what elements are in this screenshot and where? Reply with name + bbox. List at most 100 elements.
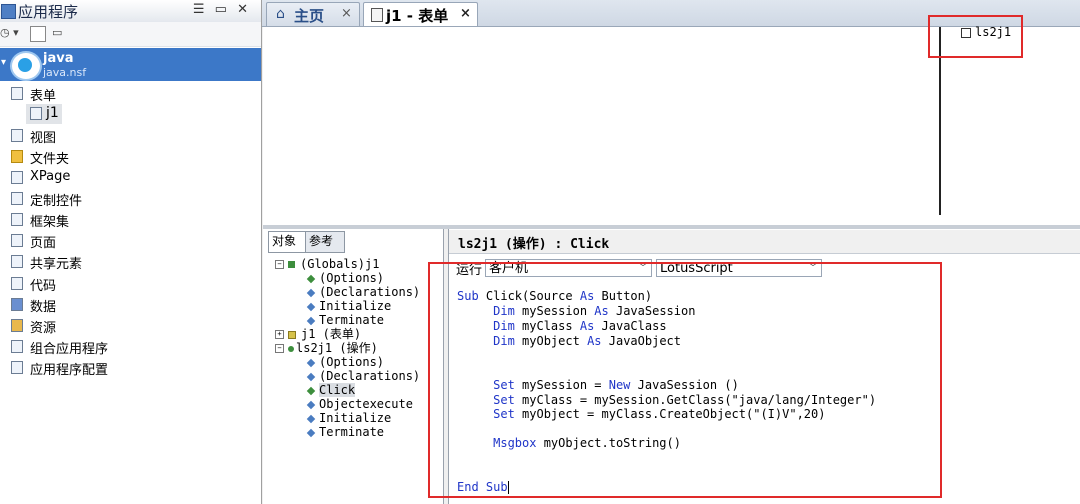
tree-action-options[interactable]: (Options): [306, 355, 384, 369]
nav-item-3[interactable]: 文件夹: [0, 147, 261, 167]
composite-app-icon: [11, 340, 23, 353]
tree-form-j1[interactable]: + j1 (表单): [275, 327, 361, 341]
action-tree-icon: [288, 345, 294, 352]
tab-objects[interactable]: 对象: [268, 231, 308, 253]
collapse-box-icon[interactable]: −: [275, 260, 284, 269]
nav-item-label: 表单: [30, 89, 57, 104]
text-caret: [507, 481, 509, 494]
nav-item-9[interactable]: 代码: [0, 274, 261, 294]
nav-item-1[interactable]: j1: [0, 104, 261, 124]
navigator-title-bar: 应用程序 ☰ ▭ ✕: [0, 0, 261, 23]
app-name: java: [43, 51, 74, 66]
nav-item-label: 应用程序配置: [30, 363, 109, 378]
event-icon: [306, 400, 316, 409]
event-icon: [306, 386, 316, 395]
folder-icon: [11, 150, 23, 163]
frameset-icon: [11, 213, 23, 226]
form-icon: [288, 330, 296, 339]
nav-item-label: 资源: [30, 321, 57, 336]
data-icon: [11, 298, 23, 311]
nav-item-0[interactable]: 表单: [0, 84, 261, 104]
view-icon: [11, 129, 23, 142]
tree-view-icon[interactable]: [30, 26, 46, 42]
event-icon: [306, 288, 316, 297]
home-icon: ⌂: [276, 6, 285, 22]
panel-window-buttons[interactable]: ☰ ▭ ✕: [193, 2, 251, 17]
code-line: Msgbox myObject.toString(): [493, 436, 681, 450]
nav-item-11[interactable]: 资源: [0, 316, 261, 336]
nav-item-6[interactable]: 框架集: [0, 210, 261, 230]
nav-item-label: 定制控件: [30, 194, 83, 209]
collapse-box-icon[interactable]: −: [275, 344, 284, 353]
code-line: Dim myClass As JavaClass: [493, 319, 667, 333]
event-icon: [306, 316, 316, 325]
action-ls2j1[interactable]: ls2j1: [961, 25, 1011, 39]
nav-item-8[interactable]: 共享元素: [0, 252, 261, 272]
app-config-icon: [11, 361, 23, 374]
event-icon: [306, 414, 316, 423]
code-pane-title: ls2j1 (操作) : Click: [458, 237, 610, 252]
tree-globals-initialize[interactable]: Initialize: [306, 299, 391, 313]
nav-item-7[interactable]: 页面: [0, 231, 261, 251]
database-icon: [10, 51, 42, 81]
tab-home-label: 主页: [294, 7, 325, 25]
event-icon: [306, 372, 316, 381]
tree-action-declarations[interactable]: (Declarations): [306, 369, 420, 383]
app-file: java.nsf: [43, 66, 87, 79]
code-icon: [11, 277, 23, 290]
resources-icon: [11, 319, 23, 332]
nav-item-12[interactable]: 组合应用程序: [0, 337, 261, 357]
expand-twisty-icon[interactable]: ▾: [1, 57, 6, 68]
collapse-icon[interactable]: ▭: [52, 26, 62, 40]
nav-item-13[interactable]: 应用程序配置: [0, 358, 261, 378]
tree-action-initialize[interactable]: Initialize: [306, 411, 391, 425]
code-pane-title-bar: ls2j1 (操作) : Click: [449, 230, 1080, 254]
tree-action-terminate[interactable]: Terminate: [306, 425, 384, 439]
tab-j1-form[interactable]: j1 - 表单 ×: [363, 2, 478, 26]
nav-item-label: 组合应用程序: [30, 342, 109, 357]
xpage-icon: [11, 171, 23, 184]
nav-item-label: 页面: [30, 236, 57, 251]
page-icon: [11, 234, 23, 247]
code-line: Set mySession = New JavaSession (): [493, 378, 739, 392]
code-line: Set myClass = mySession.GetClass("java/l…: [493, 393, 877, 407]
event-icon: [306, 302, 316, 311]
tree-globals-options[interactable]: (Options): [306, 271, 384, 285]
navigator-title: 应用程序: [18, 3, 79, 21]
form-icon: [11, 87, 23, 100]
tree-globals-declarations[interactable]: (Declarations): [306, 285, 420, 299]
form-tab-icon: [371, 8, 383, 22]
nav-item-label: j1: [46, 105, 59, 121]
event-icon: [306, 428, 316, 437]
tab-j1-form-close-icon[interactable]: ×: [460, 6, 471, 21]
navigator-toolbar: ◷ ▾ ▭: [0, 22, 261, 47]
nav-item-4[interactable]: XPage: [0, 168, 261, 188]
tab-reference[interactable]: 参考: [305, 231, 345, 253]
tree-globals-terminate[interactable]: Terminate: [306, 313, 384, 327]
tab-home-close-icon[interactable]: ×: [341, 6, 352, 21]
action-label: ls2j1: [975, 25, 1012, 39]
event-icon: [306, 274, 316, 283]
app-java-row[interactable]: ▾ java java.nsf: [0, 48, 261, 81]
nav-item-label: 共享元素: [30, 257, 83, 272]
tab-home[interactable]: ⌂ 主页 ×: [266, 2, 360, 26]
nav-item-2[interactable]: 视图: [0, 126, 261, 146]
applications-icon: [1, 4, 16, 19]
tree-action-objectexecute[interactable]: Objectexecute: [306, 397, 413, 411]
tree-action-click[interactable]: Click: [306, 383, 356, 397]
globals-icon: [288, 261, 295, 268]
nav-item-10[interactable]: 数据: [0, 295, 261, 315]
tree-action-ls2j1[interactable]: − ls2j1 (操作): [275, 341, 378, 355]
tree-globals[interactable]: − (Globals)j1: [275, 257, 379, 271]
nav-item-label: 数据: [30, 300, 57, 315]
nav-item-5[interactable]: 定制控件: [0, 189, 261, 209]
code-line: Set myObject = myClass.CreateObject("(I)…: [493, 407, 826, 421]
code-line: Sub Click(Source As Button): [457, 289, 653, 303]
action-icon: [961, 27, 971, 38]
code-line: End Sub: [457, 480, 509, 494]
filter-dropdown-icon[interactable]: ◷ ▾: [0, 26, 19, 40]
nav-item-label: XPage: [30, 169, 71, 184]
objects-panel-tabs: 对象 参考: [266, 231, 442, 253]
object-tree: − (Globals)j1 (Options) (Declarations) In…: [270, 257, 440, 497]
expand-box-icon[interactable]: +: [275, 330, 284, 339]
